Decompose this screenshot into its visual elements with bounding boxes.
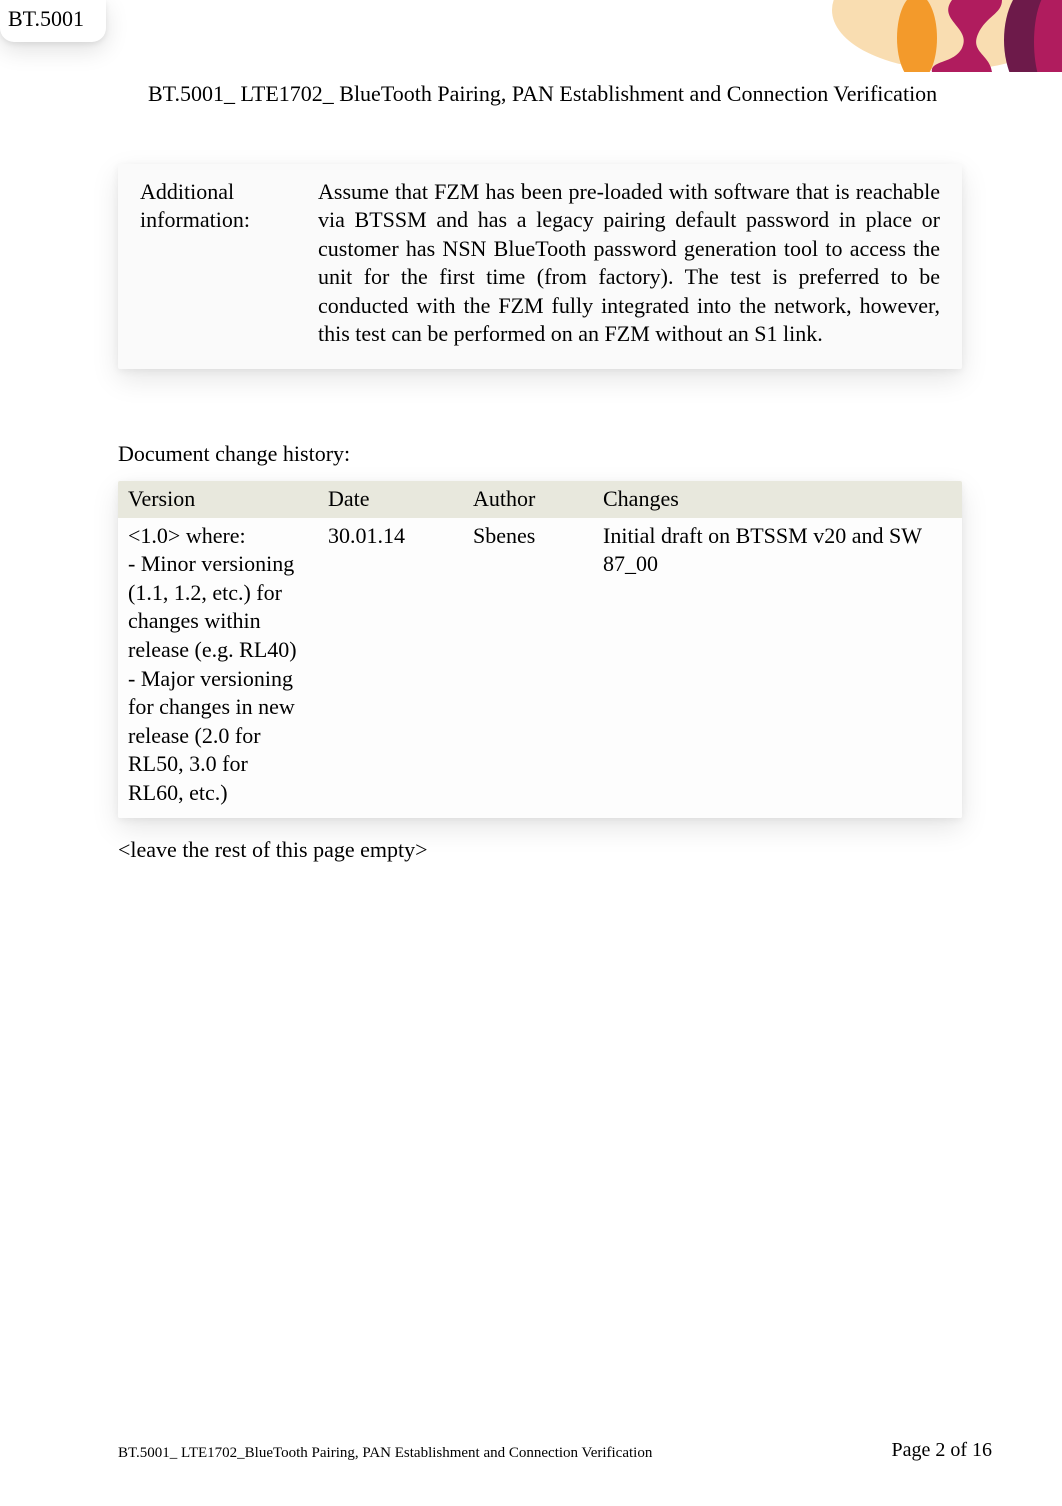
change-history-box: Version Date Author Changes <1.0> where:…: [118, 481, 962, 818]
col-header-author: Author: [463, 481, 593, 518]
col-header-version: Version: [118, 481, 318, 518]
additional-info-label: Additional information:: [140, 178, 290, 350]
cell-changes: Initial draft on BTSSM v20 and SW 87_00: [593, 518, 962, 818]
empty-page-note: <leave the rest of this page empty>: [118, 836, 962, 865]
additional-info-text: Assume that FZM has been pre-loaded with…: [318, 178, 940, 350]
nsn-logo: [802, 0, 1062, 72]
page-content: BT.5001_ LTE1702_ BlueTooth Pairing, PAN…: [118, 80, 962, 864]
doc-title-text: BT.5001_ LTE1702_ BlueTooth Pairing, PAN…: [148, 81, 937, 106]
change-history-heading: Document change history:: [118, 441, 962, 467]
table-row: <1.0> where: - Minor versioning (1.1, 1.…: [118, 518, 962, 818]
footer-doc-title: BT.5001_ LTE1702_BlueTooth Pairing, PAN …: [118, 1445, 652, 1462]
page-tab: BT.5001: [0, 0, 106, 42]
col-header-date: Date: [318, 481, 463, 518]
change-history-table: Version Date Author Changes <1.0> where:…: [118, 481, 962, 818]
page-footer: BT.5001_ LTE1702_BlueTooth Pairing, PAN …: [118, 1439, 992, 1462]
cell-author: Sbenes: [463, 518, 593, 818]
page-tab-label: BT.5001: [8, 6, 84, 31]
col-header-changes: Changes: [593, 481, 962, 518]
footer-page-number: Page 2 of 16: [891, 1439, 992, 1462]
nsn-logo-svg: [802, 0, 1062, 72]
cell-version: <1.0> where: - Minor versioning (1.1, 1.…: [118, 518, 318, 818]
cell-date: 30.01.14: [318, 518, 463, 818]
table-header-row: Version Date Author Changes: [118, 481, 962, 518]
doc-title: BT.5001_ LTE1702_ BlueTooth Pairing, PAN…: [118, 80, 962, 108]
additional-info-box: Additional information: Assume that FZM …: [118, 164, 962, 370]
